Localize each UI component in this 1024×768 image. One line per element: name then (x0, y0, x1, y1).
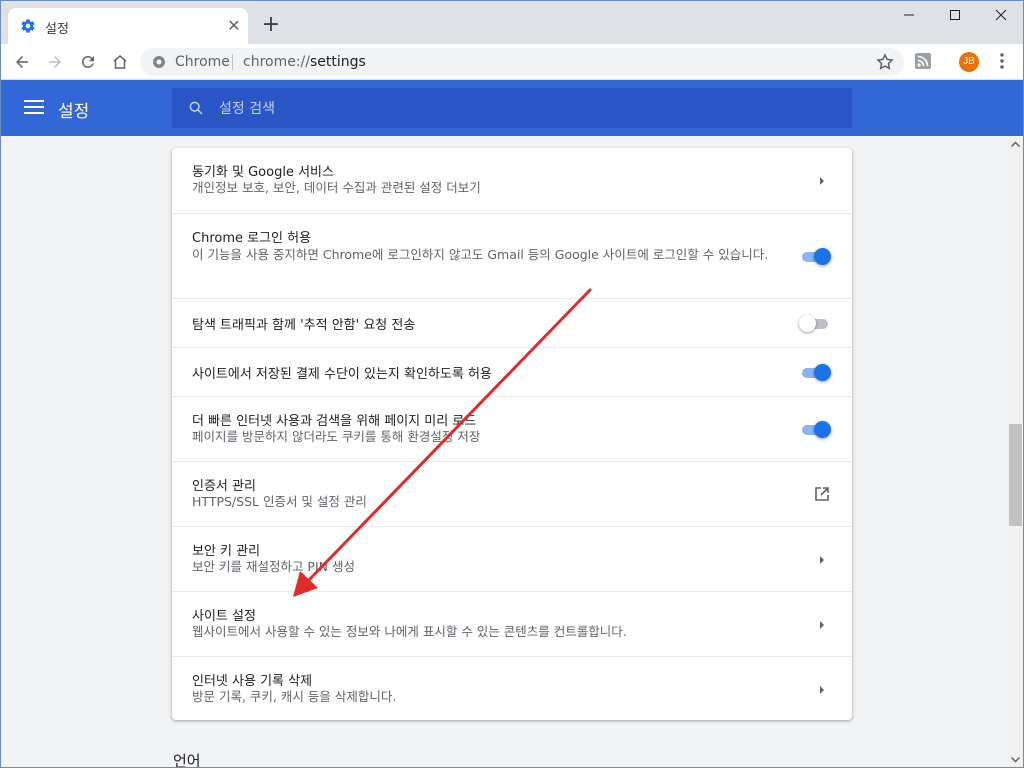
search-icon (189, 101, 203, 115)
omnibox-site-label: Chrome (175, 54, 230, 70)
tab-title: 설정 (45, 22, 69, 37)
title-bar: 설정 ✕ + (0, 0, 1024, 44)
do-not-track-toggle[interactable] (799, 314, 830, 332)
search-placeholder: 설정 검색 (219, 101, 275, 117)
row-site-settings[interactable]: 사이트 설정 웹사이트에서 사용할 수 있는 정보와 나에게 표시할 수 있는 … (172, 591, 852, 656)
scrollbar-thumb[interactable] (1009, 424, 1022, 526)
minimize-icon[interactable] (886, 0, 932, 30)
scroll-down-icon[interactable] (1007, 751, 1024, 768)
row-manage-security-keys[interactable]: 보안 키 관리 보안 키를 재설정하고 PIN 생성 (172, 526, 852, 591)
forward-icon[interactable] (43, 50, 67, 74)
row-clear-browsing-data[interactable]: 인터넷 사용 기록 삭제 방문 기록, 쿠키, 캐시 등을 삭제합니다. (172, 656, 852, 720)
chevron-right-icon[interactable] (818, 620, 826, 630)
row-subtitle: 보안 키를 재설정하고 PIN 생성 (192, 559, 355, 574)
close-icon[interactable] (978, 0, 1024, 30)
preload-pages-toggle[interactable] (800, 420, 831, 438)
url-scheme: chrome:// (243, 54, 310, 70)
reload-icon[interactable] (76, 50, 100, 74)
browser-tab[interactable]: 설정 ✕ (8, 8, 248, 44)
maximize-icon[interactable] (932, 0, 978, 30)
row-subtitle: HTTPS/SSL 인증서 및 설정 관리 (192, 494, 367, 509)
row-payment-methods[interactable]: 사이트에서 저장된 결제 수단이 있는지 확인하도록 허용 (172, 347, 852, 396)
url-path: settings (310, 54, 366, 70)
profile-avatar[interactable]: JB (959, 52, 979, 72)
scroll-up-icon[interactable] (1007, 136, 1024, 153)
site-info-icon[interactable] (152, 55, 166, 69)
omnibox-separator (232, 54, 233, 70)
row-subtitle: 이 기능을 사용 중지하면 Chrome에 로그인하지 않고도 Gmail 등의… (192, 247, 769, 262)
address-bar[interactable]: Chrome chrome://settings (140, 48, 904, 76)
row-do-not-track[interactable]: 탐색 트래픽과 함께 '추적 안함' 요청 전송 (172, 298, 852, 347)
close-icon[interactable]: ✕ (224, 16, 244, 36)
allow-signin-toggle[interactable] (800, 247, 831, 265)
open-in-new-icon[interactable] (814, 486, 830, 502)
rss-extension-icon[interactable] (914, 52, 932, 70)
payment-methods-toggle[interactable] (800, 363, 831, 381)
menu-icon[interactable] (24, 100, 44, 116)
section-heading-languages: 언어 (173, 752, 201, 768)
chevron-right-icon[interactable] (818, 176, 826, 186)
settings-header: 설정 설정 검색 (0, 80, 1024, 136)
page-scrollbar[interactable] (1007, 136, 1024, 768)
row-preload-pages[interactable]: 더 빠른 인터넷 사용과 검색을 위해 페이지 미리 로드 페이지를 방문하지 … (172, 396, 852, 461)
chevron-right-icon[interactable] (818, 685, 826, 695)
row-title: 사이트에서 저장된 결제 수단이 있는지 확인하도록 허용 (192, 367, 492, 382)
back-icon[interactable] (10, 50, 34, 74)
chevron-right-icon[interactable] (818, 555, 826, 565)
settings-search-input[interactable]: 설정 검색 (172, 88, 852, 128)
row-manage-certificates[interactable]: 인증서 관리 HTTPS/SSL 인증서 및 설정 관리 (172, 461, 852, 526)
row-sync-google-services[interactable]: 동기화 및 Google 서비스 개인정보 보호, 보안, 데이터 수집과 관련… (172, 148, 852, 213)
row-subtitle: 웹사이트에서 사용할 수 있는 정보와 나에게 표시할 수 있는 콘텐츠를 컨트… (192, 624, 627, 639)
row-subtitle: 페이지를 방문하지 않더라도 쿠키를 통해 환경설정 저장 (192, 429, 481, 444)
plus-icon[interactable]: + (259, 14, 283, 38)
bookmark-star-icon[interactable] (875, 52, 895, 72)
page-title: 설정 (58, 102, 90, 122)
row-subtitle: 방문 기록, 쿠키, 캐시 등을 삭제합니다. (192, 689, 397, 704)
row-title: Chrome 로그인 허용 (192, 231, 312, 246)
settings-content: 동기화 및 Google 서비스 개인정보 보호, 보안, 데이터 수집과 관련… (0, 136, 1008, 768)
privacy-settings-card: 동기화 및 Google 서비스 개인정보 보호, 보안, 데이터 수집과 관련… (172, 148, 852, 720)
omnibox-url[interactable]: chrome://settings (243, 54, 366, 70)
browser-toolbar: Chrome chrome://settings (0, 44, 1024, 80)
row-title: 탐색 트래픽과 함께 '추적 안함' 요청 전송 (192, 318, 416, 333)
home-icon[interactable] (108, 50, 132, 74)
row-allow-chrome-signin[interactable]: Chrome 로그인 허용 이 기능을 사용 중지하면 Chrome에 로그인하… (172, 213, 852, 298)
row-subtitle: 개인정보 보호, 보안, 데이터 수집과 관련된 설정 더보기 (192, 180, 481, 195)
more-menu-icon[interactable] (992, 50, 1012, 72)
gear-icon (21, 19, 35, 33)
